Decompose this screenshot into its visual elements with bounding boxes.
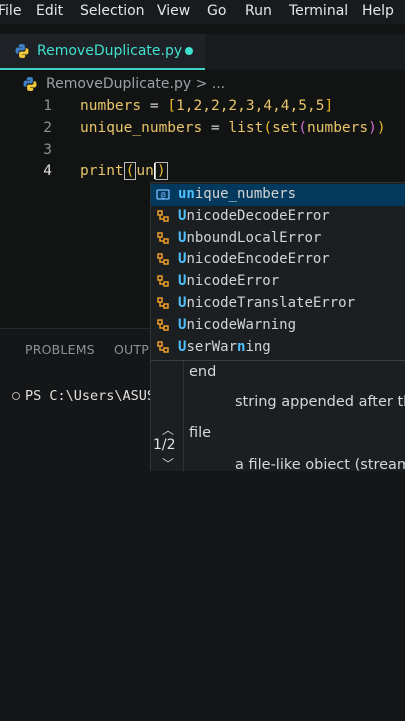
menu-help[interactable]: Help — [362, 3, 394, 19]
suggestion-label: UnicodeDecodeError — [178, 207, 330, 224]
class-icon — [155, 251, 171, 267]
autocomplete-list[interactable]: @ unique_numbers UnicodeDecodeError Unbound… — [150, 182, 405, 361]
line-number: 4 — [43, 163, 52, 179]
suggestion-item[interactable]: UnicodeDecodeError — [151, 206, 405, 228]
python-icon — [15, 44, 29, 58]
python-icon — [23, 77, 37, 91]
suggestion-item[interactable]: UnicodeWarning — [151, 315, 405, 337]
suggestion-label: UnicodeError — [178, 273, 280, 290]
menu-selection[interactable]: Selection — [80, 3, 145, 19]
breadcrumb-file[interactable]: RemoveDuplicate.py > ... — [46, 76, 225, 92]
suggestion-label: UnboundLocalError — [178, 229, 322, 246]
class-icon — [155, 295, 171, 311]
line-number: 1 — [43, 98, 52, 114]
menu-run[interactable]: Run — [245, 3, 272, 19]
menu-bar: File Edit Selection View Go Run Terminal… — [0, 0, 405, 24]
suggestion-label: unique_numbers — [178, 186, 297, 202]
class-icon — [155, 230, 171, 246]
breadcrumb: RemoveDuplicate.py > ... — [0, 72, 405, 96]
tab-label: RemoveDuplicate.py — [37, 43, 183, 59]
terminal-status-icon — [12, 392, 20, 400]
param-file-desc: a file-like obiect (stream) — [235, 457, 405, 473]
param-file-label: file — [189, 425, 212, 441]
class-icon — [155, 273, 171, 289]
suggestion-label: UnicodeWarning — [178, 316, 297, 333]
suggestion-item[interactable]: UnicodeTranslateError — [151, 293, 405, 315]
param-end-label: end — [189, 364, 217, 380]
suggestion-item[interactable]: @ unique_numbers — [151, 184, 405, 206]
menu-view[interactable]: View — [157, 3, 190, 19]
overload-count: 1/2 — [153, 437, 176, 453]
suggestion-label: UnicodeEncodeError — [178, 251, 330, 268]
menu-edit[interactable]: Edit — [36, 3, 63, 19]
menu-go[interactable]: Go — [207, 3, 226, 19]
tab-removeduplicate[interactable]: RemoveDuplicate.py — [0, 34, 205, 70]
chevron-up-icon[interactable]: ︿ — [162, 421, 174, 438]
suggestion-item[interactable]: UnicodeError — [151, 271, 405, 293]
suggestion-label: UserWarning — [178, 338, 271, 355]
line-number: 2 — [43, 120, 52, 136]
code-line-1: numbers = [1,2,2,2,3,4,4,5,5] — [80, 98, 334, 114]
line-number: 3 — [43, 142, 52, 158]
code-line-4: print(un) — [80, 162, 168, 180]
variable-icon: @ — [155, 186, 171, 202]
class-icon — [155, 208, 171, 224]
tab-problems[interactable]: PROBLEMS — [25, 342, 95, 357]
suggestion-item[interactable]: UnicodeEncodeError — [151, 249, 405, 271]
suggestion-item[interactable]: UserWarning — [151, 337, 405, 359]
unsaved-dot-icon — [185, 47, 193, 55]
signature-help: ︿ 1/2 ﹀ end string appended after th fil… — [150, 360, 405, 473]
chevron-down-icon[interactable]: ﹀ — [162, 455, 174, 472]
class-icon — [155, 317, 171, 333]
class-icon — [155, 339, 171, 355]
menu-file[interactable]: File — [0, 3, 21, 19]
terminal-output[interactable]: PS C:\Users\ASUS — [12, 388, 155, 404]
suggestion-item[interactable]: UnboundLocalError — [151, 228, 405, 250]
suggestion-label: UnicodeTranslateError — [178, 295, 356, 311]
param-end-desc: string appended after th — [235, 394, 405, 410]
svg-text:@: @ — [161, 191, 166, 200]
signature-nav: ︿ 1/2 ﹀ — [151, 361, 184, 471]
tab-bar: RemoveDuplicate.py — [0, 34, 405, 70]
code-line-2: unique_numbers = list(set(numbers)) — [80, 120, 386, 136]
menu-terminal[interactable]: Terminal — [289, 3, 348, 19]
